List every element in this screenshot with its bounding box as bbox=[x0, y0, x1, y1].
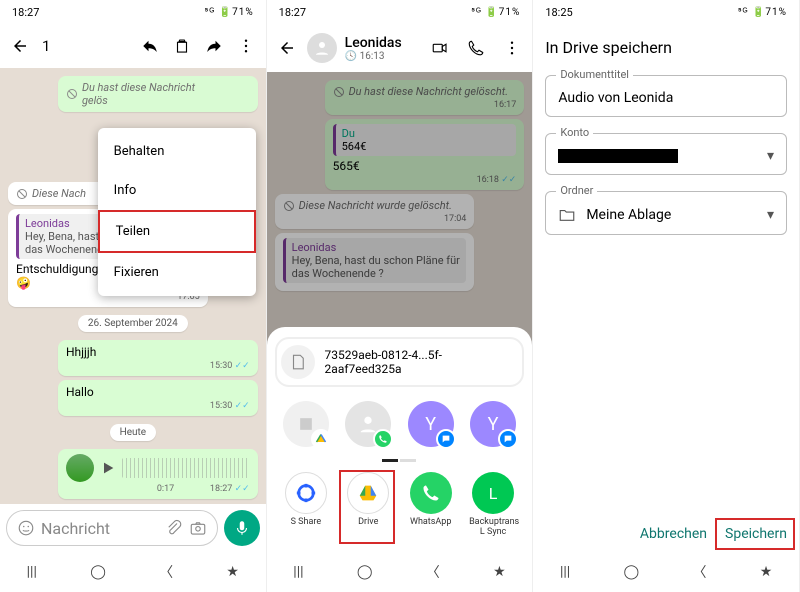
status-bar: 18:25 ⁵ᴳ 🔋71% bbox=[533, 0, 799, 24]
attach-icon[interactable] bbox=[165, 519, 183, 537]
deleted-out-msg: Du hast diese Nachrichtgelös bbox=[66, 81, 250, 107]
avatar bbox=[66, 454, 94, 482]
menu-info[interactable]: Info bbox=[98, 171, 256, 210]
more-icon[interactable] bbox=[498, 34, 526, 62]
chevron-down-icon: ▾ bbox=[767, 148, 774, 164]
context-menu: Behalten Info Teilen Fixieren bbox=[98, 128, 256, 296]
account-field[interactable]: Konto ▾ bbox=[545, 133, 787, 175]
reply-icon[interactable] bbox=[136, 32, 164, 60]
android-nav: ||| ◯ 〈 ★ bbox=[0, 552, 266, 592]
account-redacted bbox=[558, 149, 678, 163]
nav-recent-icon[interactable]: ||| bbox=[27, 564, 37, 580]
share-sheet: 73529aeb-0812-4...5f-2aaf7eed325a Y Y S … bbox=[267, 327, 533, 552]
back-icon[interactable] bbox=[6, 32, 34, 60]
call-icon[interactable] bbox=[462, 34, 490, 62]
selection-header: 1 bbox=[0, 24, 266, 68]
nav-back-icon[interactable]: 〈 bbox=[159, 562, 173, 582]
app-sshare[interactable]: S Share bbox=[282, 472, 330, 538]
android-nav: |||◯〈★ bbox=[533, 552, 799, 592]
play-icon[interactable] bbox=[100, 460, 116, 476]
share-contact[interactable]: Y bbox=[408, 401, 454, 447]
menu-share[interactable]: Teilen bbox=[98, 210, 256, 253]
nav-home-icon[interactable]: ◯ bbox=[90, 564, 106, 580]
file-name: 73529aeb-0812-4...5f-2aaf7eed325a bbox=[325, 348, 519, 376]
avatar[interactable] bbox=[307, 33, 337, 63]
page-title: In Drive speichern bbox=[545, 38, 787, 57]
app-drive[interactable]: Drive bbox=[344, 472, 392, 538]
share-contact[interactable] bbox=[345, 401, 391, 447]
date-chip: 26. September 2024 bbox=[78, 315, 188, 332]
trash-icon[interactable] bbox=[168, 32, 196, 60]
android-nav: |||◯〈★ bbox=[267, 552, 533, 592]
folder-field[interactable]: Ordner Meine Ablage ▾ bbox=[545, 191, 787, 235]
back-icon[interactable] bbox=[273, 34, 301, 62]
chevron-down-icon: ▾ bbox=[767, 207, 774, 223]
last-seen: 🕓 16:13 bbox=[345, 51, 421, 62]
video-call-icon[interactable] bbox=[426, 34, 454, 62]
voice-message[interactable]: 0:17 18:27 ✓✓ bbox=[58, 449, 258, 499]
file-icon bbox=[289, 353, 307, 371]
status-time: 18:27 bbox=[12, 6, 39, 19]
chat-header: Leonidas 🕓 16:13 bbox=[267, 24, 533, 72]
status-bar: 18:27 ⁵ᴳ 🔋71% bbox=[267, 0, 533, 24]
mic-button[interactable] bbox=[224, 510, 260, 546]
folder-icon bbox=[558, 206, 576, 224]
input-bar: Nachricht bbox=[0, 504, 266, 552]
status-icons: ⁵ᴳ 🔋71% bbox=[205, 7, 254, 18]
app-whatsapp[interactable]: WhatsApp bbox=[407, 472, 455, 538]
emoji-icon[interactable] bbox=[17, 519, 35, 537]
cancel-button[interactable]: Abbrechen bbox=[640, 526, 707, 542]
nav-accessibility-icon[interactable]: ★ bbox=[226, 564, 239, 580]
menu-pin[interactable]: Fixieren bbox=[98, 253, 256, 292]
more-icon[interactable] bbox=[232, 32, 260, 60]
menu-keep[interactable]: Behalten bbox=[98, 132, 256, 171]
selection-count: 1 bbox=[42, 37, 50, 55]
message-input[interactable]: Nachricht bbox=[6, 510, 218, 546]
camera-icon[interactable] bbox=[189, 519, 207, 537]
date-chip-today: Heute bbox=[110, 424, 157, 441]
share-contact[interactable]: Y bbox=[470, 401, 516, 447]
status-bar: 18:27 ⁵ᴳ 🔋71% bbox=[0, 0, 266, 24]
file-preview: 73529aeb-0812-4...5f-2aaf7eed325a bbox=[275, 337, 525, 387]
app-backuptrans[interactable]: LBackuptrans L Sync bbox=[469, 472, 517, 538]
contact-name[interactable]: Leonidas bbox=[345, 35, 421, 51]
share-contact[interactable] bbox=[283, 401, 329, 447]
forward-icon[interactable] bbox=[200, 32, 228, 60]
document-title-field[interactable]: Dokumenttitel Audio von Leonida bbox=[545, 75, 787, 117]
